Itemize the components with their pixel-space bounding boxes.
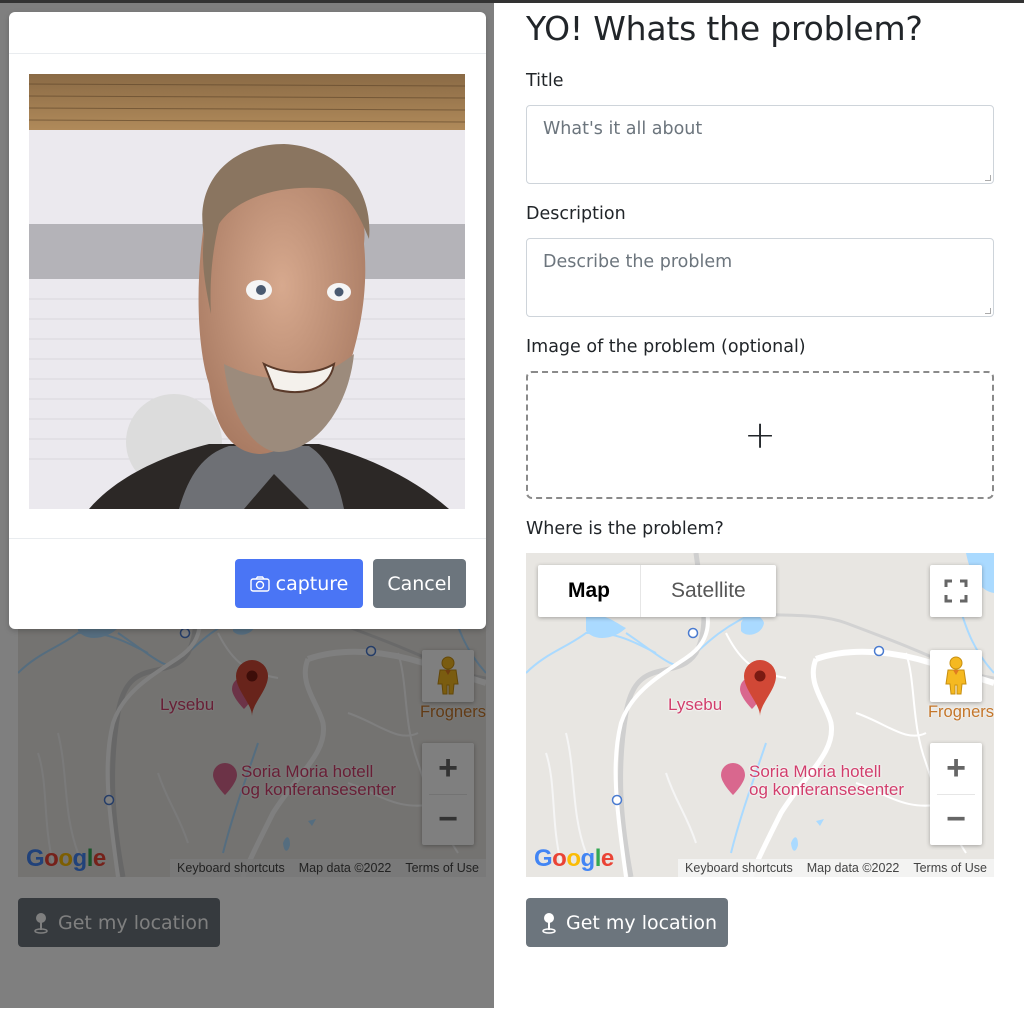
get-my-location-label: Get my location [566, 911, 718, 934]
cancel-button[interactable]: Cancel [373, 559, 466, 608]
get-my-location-button[interactable]: Get my location [526, 898, 728, 947]
browser-top-strip [0, 0, 1024, 3]
keyboard-shortcuts-link[interactable]: Keyboard shortcuts [678, 859, 800, 877]
resize-grip-icon[interactable] [985, 308, 991, 314]
zoom-control: + − [930, 743, 982, 845]
google-logo-letter: o [552, 845, 567, 872]
google-logo-letter: G [534, 845, 553, 872]
plus-icon: + [744, 413, 776, 457]
zoom-in-button[interactable]: + [930, 744, 982, 794]
title-input[interactable]: What's it all about [526, 105, 994, 184]
map-type-map-button[interactable]: Map [538, 565, 640, 617]
modal-body [9, 54, 486, 539]
google-logo[interactable]: Google [534, 845, 614, 873]
pegman-icon [945, 656, 967, 695]
description-label: Description [526, 204, 626, 224]
capture-label: capture [275, 572, 349, 595]
map-data-link[interactable]: Map data ©2022 [800, 859, 907, 877]
place-label-lysebu[interactable]: Lysebu [668, 696, 722, 714]
camera-icon [249, 575, 270, 592]
fullscreen-icon [944, 579, 968, 603]
description-placeholder: Describe the problem [543, 252, 733, 272]
place-label-soria-moria[interactable]: Soria Moria hotell og konferansesenter [749, 763, 904, 799]
webcam-preview [29, 74, 465, 509]
capture-button[interactable]: capture [235, 559, 363, 608]
google-map[interactable]: Map Satellite Frogners + − [526, 553, 994, 877]
map-type-satellite-button[interactable]: Satellite [640, 565, 776, 617]
terms-of-use-link[interactable]: Terms of Use [906, 859, 994, 877]
fullscreen-button[interactable] [930, 565, 982, 617]
page-title: YO! Whats the problem? [526, 9, 923, 48]
image-upload-dropzone[interactable]: + [526, 371, 994, 499]
title-placeholder: What's it all about [543, 119, 703, 139]
google-logo-letter: g [580, 845, 596, 872]
zoom-out-button[interactable]: − [930, 795, 982, 845]
description-input[interactable]: Describe the problem [526, 238, 994, 317]
modal-footer: capture Cancel [9, 539, 486, 628]
report-form-page: YO! Whats the problem? Title What's it a… [526, 3, 994, 947]
modal-header [9, 12, 486, 54]
map-attribution: Keyboard shortcuts Map data ©2022 Terms … [678, 859, 994, 877]
google-logo-letter: e [600, 845, 614, 872]
webcam-video-frame [29, 74, 465, 509]
location-label: Where is the problem? [526, 519, 724, 539]
title-label: Title [526, 71, 564, 91]
right-viewport: YO! Whats the problem? Title What's it a… [494, 3, 1024, 1011]
place-label-line2: og konferansesenter [749, 780, 904, 799]
image-label: Image of the problem (optional) [526, 337, 806, 357]
resize-grip-icon[interactable] [985, 175, 991, 181]
map-pin-icon [542, 912, 556, 934]
place-label-line1: Soria Moria hotell [749, 762, 882, 781]
street-view-pegman[interactable] [930, 650, 982, 702]
google-logo-letter: o [566, 845, 581, 872]
map-type-control: Map Satellite [538, 565, 776, 617]
webcam-modal: capture Cancel [9, 12, 486, 629]
place-label-frogners: Frogners [927, 703, 994, 721]
